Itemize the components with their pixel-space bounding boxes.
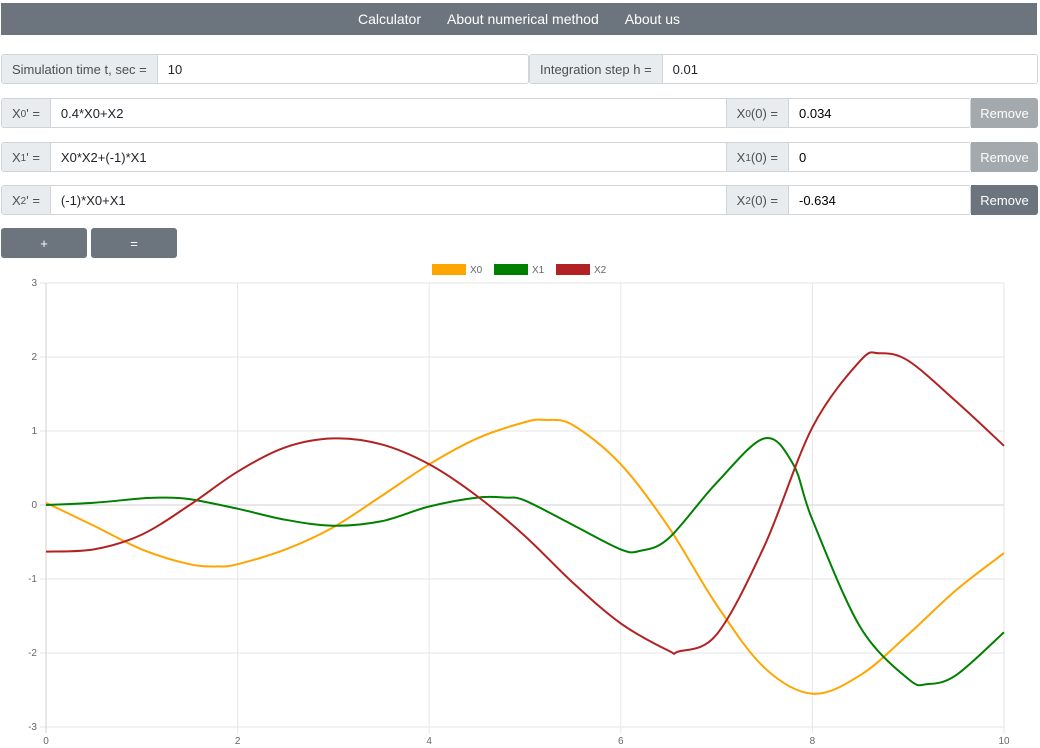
legend-label-x1: X1 <box>532 265 545 276</box>
x-tick-label: 0 <box>43 736 49 747</box>
series-line-x1 <box>45 437 1005 687</box>
y-tick-label: 2 <box>31 352 37 363</box>
x-tick-label: 8 <box>810 736 816 747</box>
equation-label: X 0 ' = <box>2 99 51 127</box>
simulation-time-input[interactable] <box>157 55 528 83</box>
top-navbar: Calculator About numerical method About … <box>1 3 1037 35</box>
series-line-x2 <box>45 351 1005 655</box>
integration-step-input[interactable] <box>662 55 1037 83</box>
remove-button[interactable]: Remove <box>971 98 1038 128</box>
equation-group: X1' = X1(0) = <box>1 142 971 172</box>
legend-label-x2: X2 <box>594 265 607 276</box>
legend-swatch-x1 <box>494 264 528 275</box>
initial-value-label: X 0 (0) = <box>725 99 789 127</box>
equation-input[interactable] <box>50 143 726 171</box>
equation-row-x1: X1' = X1(0) = Remove <box>1 142 1038 172</box>
add-equation-button[interactable]: + <box>1 228 87 258</box>
x-tick-label: 2 <box>235 736 241 747</box>
nav-calculator[interactable]: Calculator <box>358 11 421 27</box>
initial-value-input[interactable] <box>789 186 970 214</box>
x-tick-label: 10 <box>998 736 1010 747</box>
x-tick-label: 4 <box>426 736 432 747</box>
y-tick-label: -3 <box>28 722 37 733</box>
nav-about-us[interactable]: About us <box>625 11 680 27</box>
x-tick-label: 6 <box>618 736 624 747</box>
initial-value-input[interactable] <box>789 143 970 171</box>
y-tick-label: 1 <box>31 426 37 437</box>
integration-step-group: Integration step h = <box>529 54 1038 84</box>
integration-step-label: Integration step h = <box>530 55 663 83</box>
equation-input[interactable] <box>50 99 726 127</box>
equation-group: X0' = X0(0) = <box>1 98 971 128</box>
legend-swatch-x0 <box>432 264 466 275</box>
equation-input[interactable] <box>50 186 726 214</box>
equation-row-x0: X0' = X0(0) = Remove <box>1 98 1038 128</box>
equation-group: X2' = X2(0) = <box>1 185 971 215</box>
legend-label-x0: X0 <box>470 265 483 276</box>
y-tick-label: 3 <box>31 278 37 289</box>
equation-label: X 2 ' = <box>2 186 51 214</box>
initial-value-input[interactable] <box>789 99 970 127</box>
y-tick-label: 0 <box>31 500 37 511</box>
equation-row-x2: X2' = X2(0) = Remove <box>1 185 1038 215</box>
y-tick-label: -2 <box>28 648 37 659</box>
initial-value-label: X 1 (0) = <box>725 143 789 171</box>
nav-about-numerical-method[interactable]: About numerical method <box>447 11 599 27</box>
solution-chart: 3210-1-2-30 2 4 6 8 10X0 X1 X2 <box>28 264 1010 747</box>
remove-button[interactable]: Remove <box>971 142 1038 172</box>
calculate-button[interactable]: = <box>91 228 177 258</box>
initial-value-label: X 2 (0) = <box>725 186 789 214</box>
simulation-time-label: Simulation time t, sec = <box>2 55 158 83</box>
y-tick-label: -1 <box>28 574 37 585</box>
equation-label: X 1 ' = <box>2 143 51 171</box>
legend-swatch-x2 <box>556 264 590 275</box>
remove-button[interactable]: Remove <box>971 185 1038 215</box>
simulation-time-group: Simulation time t, sec = <box>1 54 529 84</box>
